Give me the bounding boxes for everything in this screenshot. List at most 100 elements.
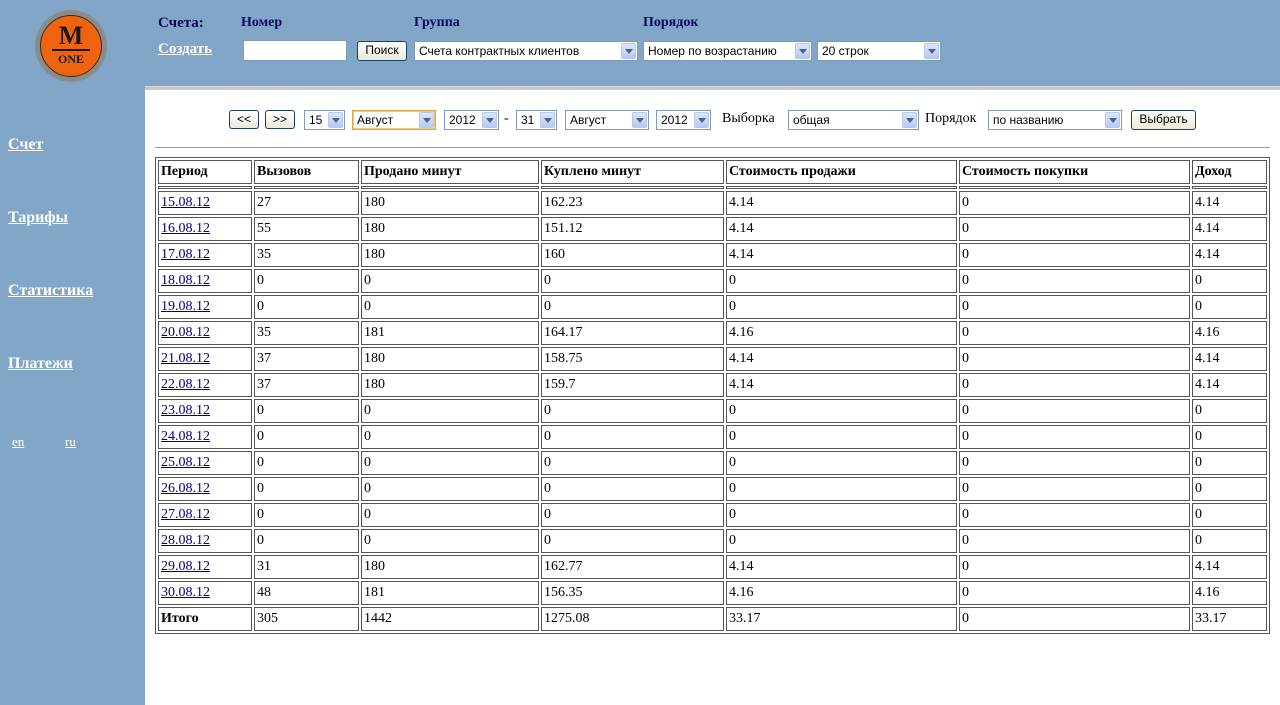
create-account-link[interactable]: Создать <box>158 41 212 58</box>
sidebar-item-account[interactable]: Счет <box>8 136 43 154</box>
period-link[interactable]: 27.08.12 <box>161 507 210 522</box>
total-calls: 305 <box>254 607 359 631</box>
total-row: Итого 305 1442 1275.08 33.17 0 33.17 <box>158 607 1267 631</box>
table-row: 24.08.12 0 0 0 0 0 0 <box>158 425 1267 449</box>
spacer-cell <box>254 186 359 189</box>
period-link[interactable]: 25.08.12 <box>161 455 210 470</box>
col-period[interactable]: Период <box>158 160 252 184</box>
cell-sale-cost: 0 <box>726 269 957 293</box>
cell-sale-cost: 0 <box>726 503 957 527</box>
next-period-button[interactable]: >> <box>265 110 295 129</box>
period-link[interactable]: 19.08.12 <box>161 299 210 314</box>
cell-income: 4.16 <box>1192 581 1267 605</box>
period-link[interactable]: 17.08.12 <box>161 247 210 262</box>
cell-bought-minutes: 159.7 <box>541 373 724 397</box>
chevron-down-icon <box>419 112 434 128</box>
col-income[interactable]: Доход <box>1192 160 1267 184</box>
table-row: 23.08.12 0 0 0 0 0 0 <box>158 399 1267 423</box>
period-link[interactable]: 29.08.12 <box>161 559 210 574</box>
sidebar-item-payments[interactable]: Платежи <box>8 355 73 373</box>
rows-per-page-select[interactable]: 20 строк <box>817 41 941 61</box>
period-link[interactable]: 22.08.12 <box>161 377 210 392</box>
table-row: 26.08.12 0 0 0 0 0 0 <box>158 477 1267 501</box>
cell-sold-minutes: 181 <box>361 581 539 605</box>
to-year-value: 2012 <box>661 113 688 127</box>
cell-purchase-cost: 0 <box>959 451 1190 475</box>
selection-select[interactable]: общая <box>788 110 919 130</box>
account-number-input[interactable] <box>243 40 347 61</box>
cell-sale-cost: 0 <box>726 477 957 501</box>
cell-sold-minutes: 0 <box>361 269 539 293</box>
table-row: 22.08.12 37 180 159.7 4.14 0 4.14 <box>158 373 1267 397</box>
period-link[interactable]: 20.08.12 <box>161 325 210 340</box>
period-link[interactable]: 24.08.12 <box>161 429 210 444</box>
cell-purchase-cost: 0 <box>959 555 1190 579</box>
cell-calls: 35 <box>254 243 359 267</box>
col-bought-minutes[interactable]: Куплено минут <box>541 160 724 184</box>
cell-period: 16.08.12 <box>158 217 252 241</box>
order-select[interactable]: Номер по возрастанию <box>643 41 812 61</box>
cell-period: 24.08.12 <box>158 425 252 449</box>
period-link[interactable]: 15.08.12 <box>161 195 210 210</box>
apply-filter-button[interactable]: Выбрать <box>1131 110 1196 130</box>
col-sale-cost[interactable]: Стоимость продажи <box>726 160 957 184</box>
cell-income: 4.14 <box>1192 347 1267 371</box>
cell-income: 4.14 <box>1192 191 1267 215</box>
table-row: 30.08.12 48 181 156.35 4.16 0 4.16 <box>158 581 1267 605</box>
chevron-down-icon <box>795 43 810 59</box>
cell-income: 0 <box>1192 477 1267 501</box>
cell-income: 0 <box>1192 451 1267 475</box>
period-link[interactable]: 18.08.12 <box>161 273 210 288</box>
cell-sold-minutes: 0 <box>361 451 539 475</box>
from-month-select[interactable]: Август <box>352 110 436 130</box>
cell-period: 28.08.12 <box>158 529 252 553</box>
cell-bought-minutes: 156.35 <box>541 581 724 605</box>
col-purchase-cost[interactable]: Стоимость покупки <box>959 160 1190 184</box>
to-year-select[interactable]: 2012 <box>656 110 711 130</box>
group-select[interactable]: Счета контрактных клиентов <box>414 41 638 61</box>
col-sold-minutes[interactable]: Продано минут <box>361 160 539 184</box>
cell-income: 4.14 <box>1192 243 1267 267</box>
period-link[interactable]: 21.08.12 <box>161 351 210 366</box>
to-month-select[interactable]: Август <box>565 110 649 130</box>
period-link[interactable]: 28.08.12 <box>161 533 210 548</box>
period-link[interactable]: 23.08.12 <box>161 403 210 418</box>
cell-sold-minutes: 0 <box>361 477 539 501</box>
to-day-select[interactable]: 31 <box>516 110 557 130</box>
lang-en-link[interactable]: en <box>12 434 24 450</box>
cell-sale-cost: 4.14 <box>726 555 957 579</box>
period-link[interactable]: 26.08.12 <box>161 481 210 496</box>
from-year-select[interactable]: 2012 <box>444 110 499 130</box>
total-sold-minutes: 1442 <box>361 607 539 631</box>
logo-badge: M ONE <box>40 15 102 77</box>
from-day-select[interactable]: 15 <box>304 110 345 130</box>
period-link[interactable]: 16.08.12 <box>161 221 210 236</box>
chevron-down-icon <box>1105 112 1120 128</box>
spacer-cell <box>158 186 252 189</box>
col-calls[interactable]: Вызовов <box>254 160 359 184</box>
cell-sale-cost: 4.14 <box>726 191 957 215</box>
cell-purchase-cost: 0 <box>959 295 1190 319</box>
logo[interactable]: M ONE <box>35 10 107 82</box>
cell-sale-cost: 0 <box>726 295 957 319</box>
cell-sale-cost: 4.14 <box>726 243 957 267</box>
period-link[interactable]: 30.08.12 <box>161 585 210 600</box>
sidebar: M ONE Счет Тарифы Статистика Платежи en … <box>0 0 145 705</box>
cell-period: 21.08.12 <box>158 347 252 371</box>
cell-period: 23.08.12 <box>158 399 252 423</box>
cell-sold-minutes: 0 <box>361 295 539 319</box>
filter-order-select[interactable]: по названию <box>988 110 1122 130</box>
cell-bought-minutes: 0 <box>541 425 724 449</box>
lang-ru-link[interactable]: ru <box>65 434 76 450</box>
cell-bought-minutes: 0 <box>541 269 724 293</box>
cell-income: 4.14 <box>1192 217 1267 241</box>
search-button[interactable]: Поиск <box>357 41 407 61</box>
spacer-cell <box>361 186 539 189</box>
cell-period: 18.08.12 <box>158 269 252 293</box>
prev-period-button[interactable]: << <box>229 110 259 129</box>
sidebar-item-tariffs[interactable]: Тарифы <box>8 209 68 227</box>
cell-purchase-cost: 0 <box>959 321 1190 345</box>
cell-calls: 0 <box>254 425 359 449</box>
sidebar-item-statistics[interactable]: Статистика <box>8 282 93 300</box>
cell-period: 17.08.12 <box>158 243 252 267</box>
